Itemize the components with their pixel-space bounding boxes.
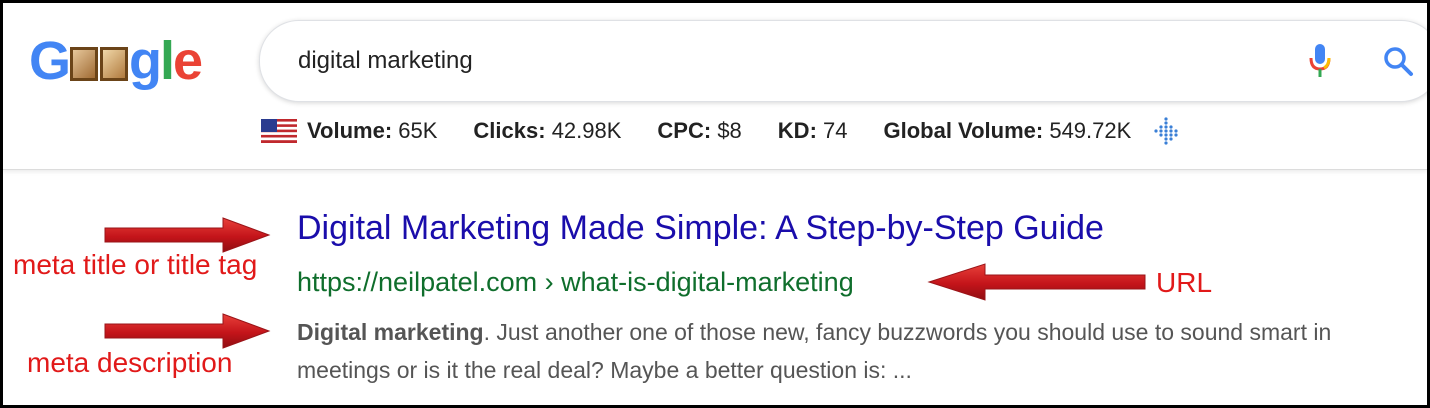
url-arrow-icon: [927, 263, 1146, 301]
search-header: Ggle V: [3, 3, 1427, 170]
logo-square-icon: [70, 47, 99, 81]
cpc-metric: CPC: $8: [657, 118, 741, 144]
result-description-bold: Digital marketing: [297, 319, 484, 345]
description-annotation: meta description: [27, 347, 233, 378]
url-annotation: URL: [1156, 267, 1213, 298]
screenshot-frame: Ggle V: [3, 3, 1427, 405]
global-volume-value: 549.72K: [1043, 118, 1132, 143]
cpc-value: $8: [711, 118, 742, 143]
cpc-label: CPC:: [657, 118, 712, 143]
kd-label: KD:: [777, 118, 817, 143]
logo-letter-g: G: [29, 31, 71, 91]
us-flag-icon: [261, 119, 297, 143]
clicks-value: 42.98K: [545, 118, 622, 143]
search-icon[interactable]: [1382, 45, 1414, 77]
result-title-link[interactable]: Digital Marketing Made Simple: A Step-by…: [297, 209, 1104, 248]
clicks-label: Clicks:: [473, 118, 546, 143]
google-logo[interactable]: Ggle: [29, 31, 203, 91]
search-input[interactable]: [298, 47, 1198, 75]
description-arrow-icon: [104, 313, 271, 349]
volume-metric: Volume: 65K: [307, 118, 437, 144]
global-volume-metric: Global Volume: 549.72K: [884, 118, 1132, 144]
keyword-metrics-bar: Volume: 65K Clicks: 42.98K CPC: $8 KD: 7…: [261, 116, 1179, 146]
global-volume-label: Global Volume:: [883, 118, 1044, 143]
result-description: Digital marketing. Just another one of t…: [297, 313, 1387, 389]
clicks-metric: Clicks: 42.98K: [473, 118, 621, 144]
kd-metric: KD: 74: [778, 118, 848, 144]
result-url-link[interactable]: https://neilpatel.com › what-is-digital-…: [297, 267, 854, 298]
logo-square-icon: [100, 47, 129, 81]
volume-value: 65K: [392, 118, 438, 143]
logo-letters: gle: [129, 31, 203, 91]
search-box[interactable]: [259, 20, 1427, 102]
volume-label: Volume:: [307, 118, 393, 143]
dot-chart-icon[interactable]: [1153, 116, 1179, 146]
mic-icon[interactable]: [1308, 43, 1332, 79]
kd-value: 74: [816, 118, 848, 143]
title-annotation: meta title or title tag: [13, 249, 258, 280]
